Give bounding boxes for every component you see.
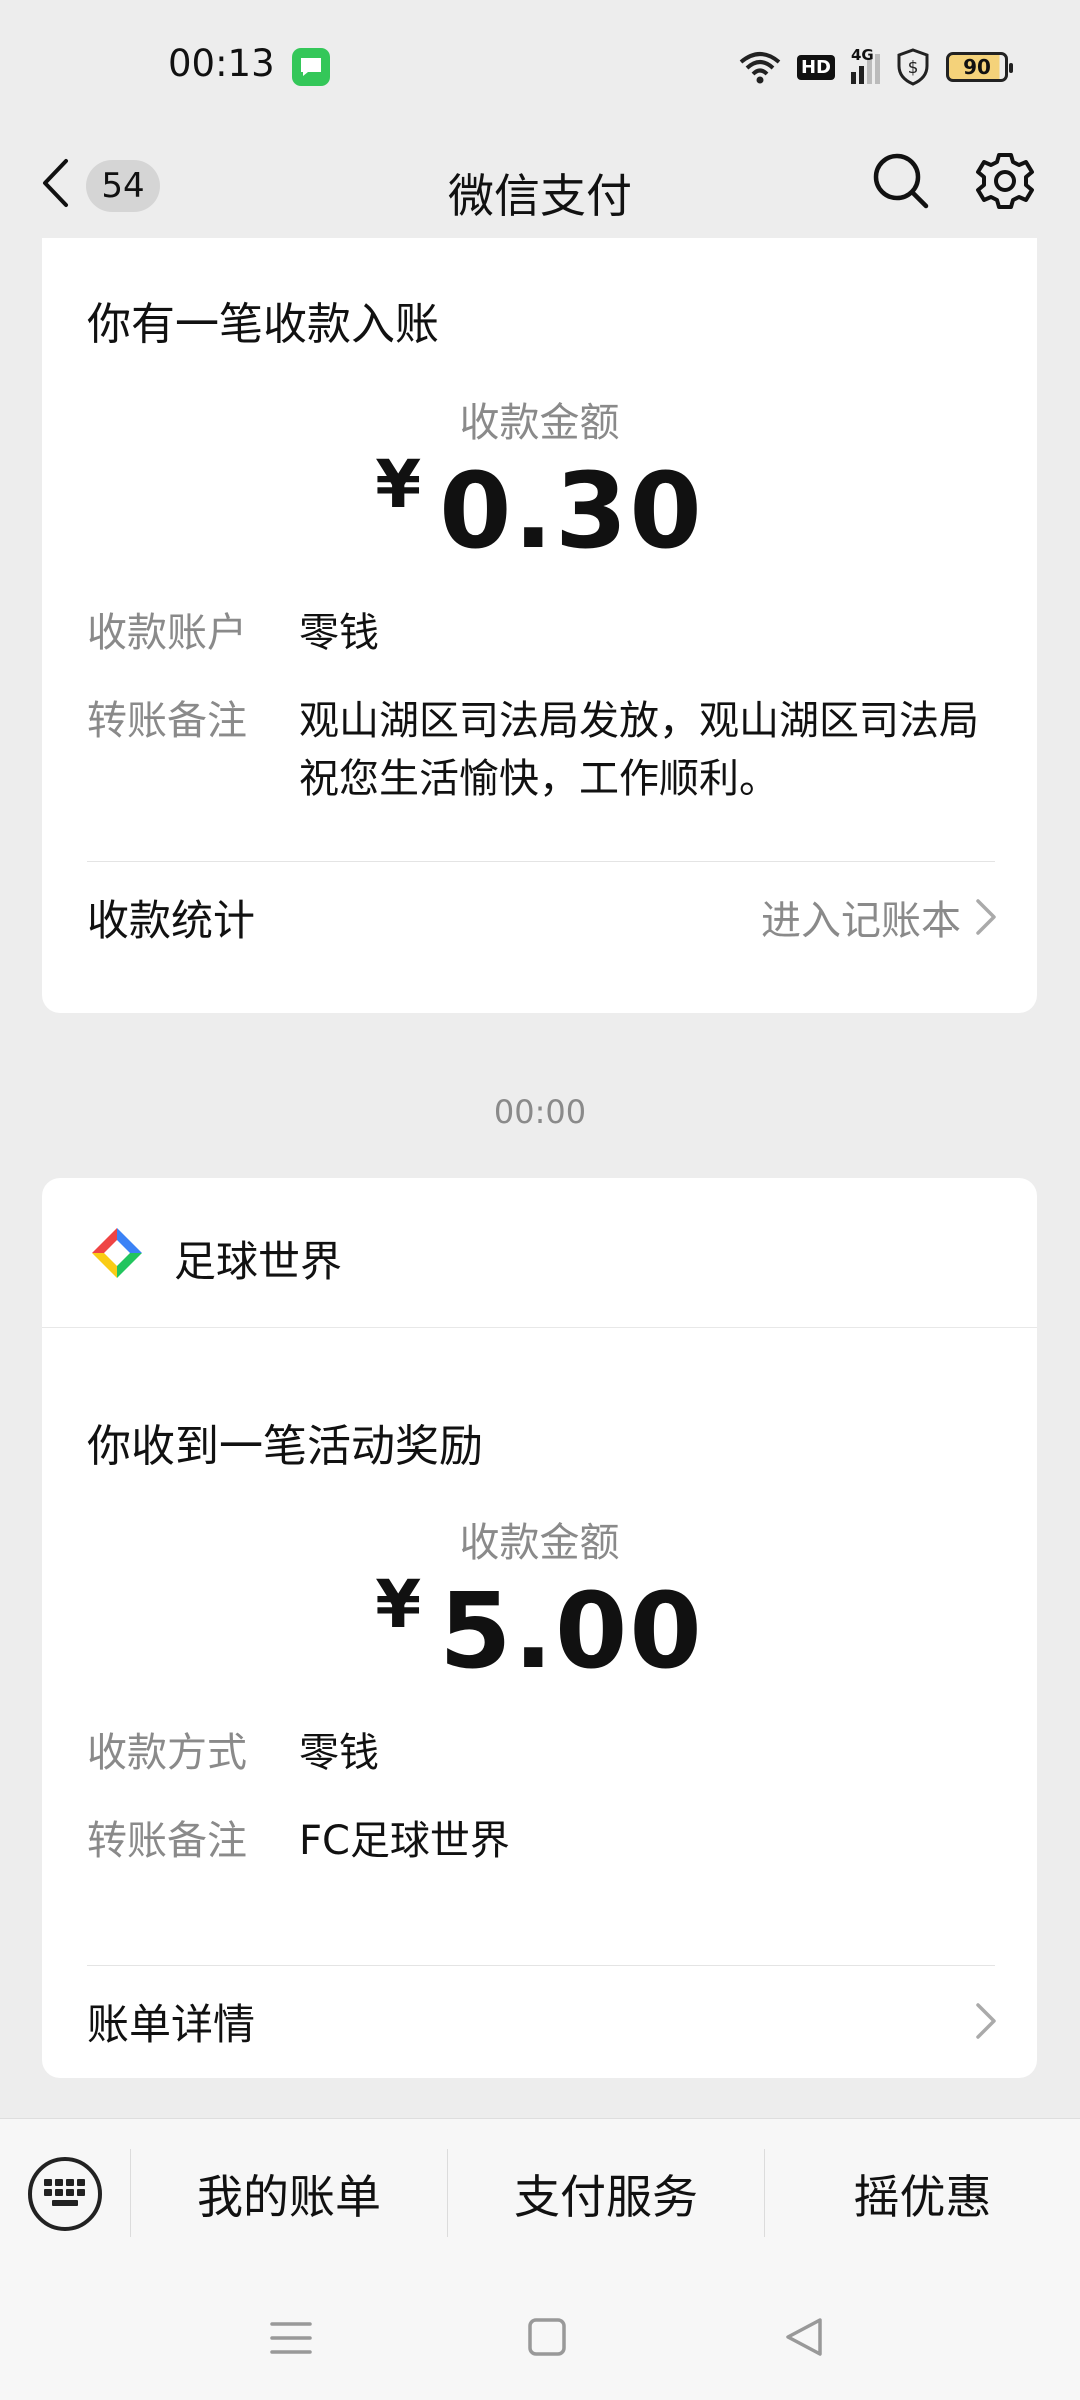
- status-time: 00:13: [168, 42, 275, 85]
- detail-key: 收款账户: [87, 610, 247, 656]
- card-headline: 你有一笔收款入账: [87, 299, 439, 350]
- payment-notification-card[interactable]: 你有一笔收款入账 收款金额 ¥0.30 收款账户 零钱 转账备注 观山湖区司法局…: [42, 238, 1037, 1013]
- currency-symbol: ¥: [375, 446, 422, 523]
- ledger-link-row[interactable]: 收款统计 进入记账本: [87, 862, 997, 972]
- nav-bar: 54 微信支付: [0, 130, 1080, 238]
- payment-notification-card[interactable]: 足球世界 你收到一笔活动奖励 收款金额 ¥5.00 收款方式 零钱 转账备注 F…: [42, 1178, 1037, 2078]
- menu-my-bills[interactable]: 我的账单: [131, 2149, 447, 2239]
- gear-icon: [976, 153, 1034, 209]
- home-button[interactable]: [518, 2308, 578, 2368]
- detail-row: 收款方式 零钱: [87, 1724, 979, 1782]
- detail-value: 观山湖区司法局发放，观山湖区司法局祝您生活愉快，工作顺利。: [299, 698, 979, 802]
- amount-value: 0.30: [439, 450, 704, 572]
- triangle-back-icon: [786, 2318, 822, 2356]
- amount-label: 收款金额: [459, 400, 620, 446]
- detail-key: 转账备注: [87, 1818, 247, 1864]
- footer-label: 账单详情: [87, 1999, 256, 2049]
- amount-label: 收款金额: [459, 1520, 620, 1566]
- keyboard-toggle-button[interactable]: [28, 2157, 102, 2231]
- security-shield-icon: $: [897, 48, 929, 86]
- detail-value: FC足球世界: [299, 1818, 510, 1864]
- system-navigation-bar: [0, 2268, 1080, 2400]
- battery-icon: 90: [946, 52, 1013, 82]
- ledger-link[interactable]: 进入记账本: [761, 888, 961, 946]
- wifi-icon: [739, 52, 781, 84]
- status-icons: HD 4G $ 90: [739, 44, 1013, 90]
- network-type-label: 4G: [851, 46, 874, 64]
- amount-value: 5.00: [439, 1570, 704, 1692]
- menu-shake-offers[interactable]: 摇优惠: [765, 2149, 1080, 2239]
- merchant-header[interactable]: 足球世界: [42, 1178, 1037, 1328]
- time-separator: 00:00: [493, 1093, 587, 1131]
- amount-row: ¥0.30: [42, 446, 1037, 572]
- message-list[interactable]: 你有一笔收款入账 收款金额 ¥0.30 收款账户 零钱 转账备注 观山湖区司法局…: [0, 238, 1080, 2118]
- detail-row: 转账备注 FC足球世界: [87, 1812, 979, 1870]
- battery-level: 90: [963, 55, 991, 79]
- card-headline: 你收到一笔活动奖励: [87, 1421, 483, 1472]
- system-back-button[interactable]: [774, 2308, 834, 2368]
- menu-payment-services[interactable]: 支付服务: [448, 2149, 764, 2239]
- search-button[interactable]: [866, 146, 936, 216]
- detail-value: 零钱: [299, 610, 379, 656]
- recent-apps-button[interactable]: [262, 2308, 322, 2368]
- merchant-name: 足球世界: [174, 1237, 343, 1286]
- chevron-right-icon: [976, 2003, 996, 2039]
- detail-row: 收款账户 零钱: [87, 604, 979, 662]
- bill-details-row[interactable]: 账单详情: [87, 1966, 997, 2076]
- footer-label: 收款统计: [87, 895, 256, 945]
- chevron-right-icon: [976, 899, 996, 935]
- status-bar: 00:13 HD 4G $ 90: [0, 0, 1080, 130]
- keyboard-icon: [44, 2179, 85, 2206]
- menu-icon: [270, 2322, 312, 2354]
- merchant-logo-icon: [92, 1228, 142, 1278]
- detail-key: 收款方式: [87, 1730, 247, 1776]
- messages-app-icon: [292, 48, 330, 86]
- detail-row: 转账备注 观山湖区司法局发放，观山湖区司法局祝您生活愉快，工作顺利。: [87, 692, 979, 808]
- square-home-icon: [528, 2318, 566, 2356]
- search-icon: [873, 153, 929, 209]
- amount-row: ¥5.00: [42, 1566, 1037, 1692]
- signal-icon: 4G: [851, 46, 880, 84]
- currency-symbol: ¥: [375, 1566, 422, 1643]
- detail-value: 零钱: [299, 1730, 379, 1776]
- detail-key: 转账备注: [87, 698, 247, 744]
- settings-button[interactable]: [970, 146, 1040, 216]
- hd-badge: HD: [796, 54, 835, 80]
- svg-text:$: $: [908, 58, 919, 78]
- bottom-menu: 我的账单 支付服务 摇优惠: [0, 2118, 1080, 2268]
